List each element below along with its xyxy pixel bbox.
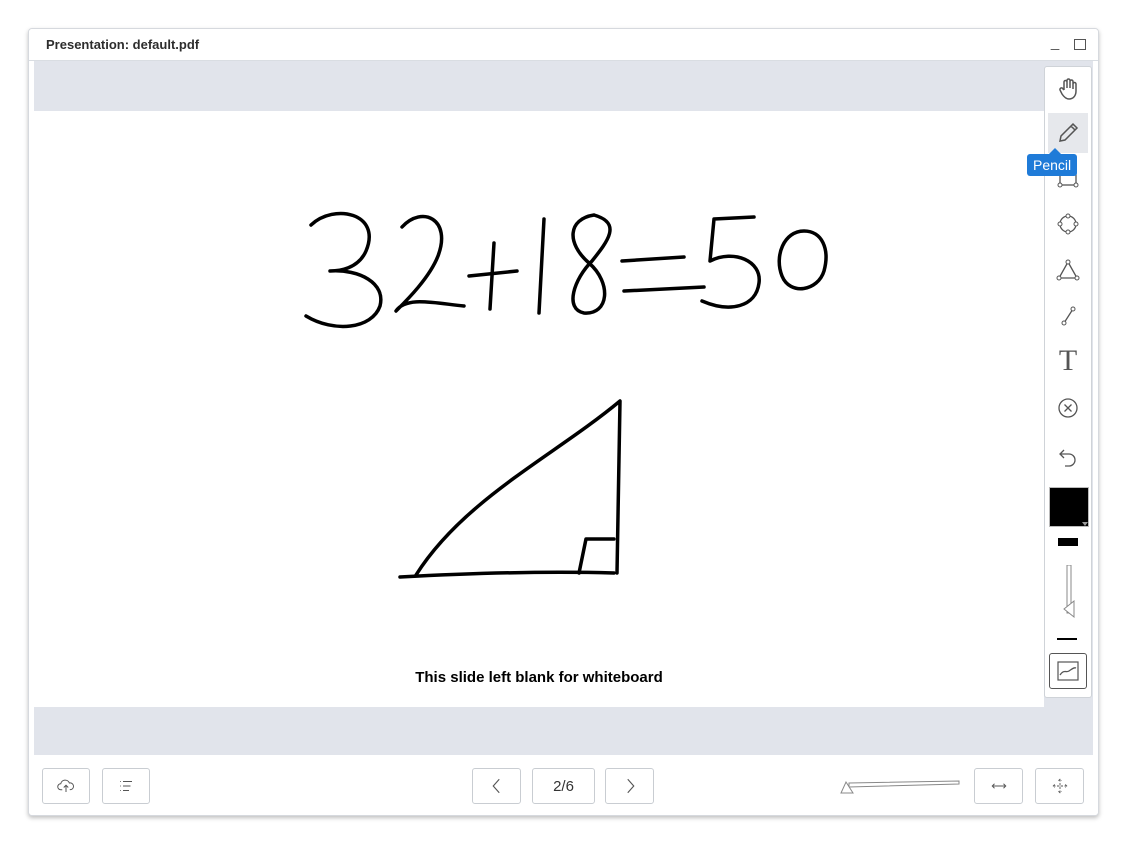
chevron-right-icon bbox=[626, 778, 635, 794]
text-icon: T bbox=[1058, 344, 1078, 377]
undo-tool[interactable] bbox=[1048, 436, 1088, 476]
page-indicator[interactable]: 2/6 bbox=[532, 768, 595, 804]
upload-button[interactable] bbox=[42, 768, 90, 804]
tooltip-arrow bbox=[1049, 148, 1061, 154]
arrows-horizontal-icon bbox=[991, 783, 1006, 789]
pencil-icon bbox=[1059, 122, 1079, 142]
line-icon bbox=[1061, 306, 1076, 326]
triangle-tool[interactable] bbox=[1048, 250, 1088, 290]
clear-icon bbox=[1058, 398, 1078, 418]
chevron-left-icon bbox=[491, 778, 500, 794]
move-arrows-icon bbox=[1052, 778, 1067, 794]
chevron-down-icon bbox=[1082, 522, 1088, 526]
pencil-tool[interactable] bbox=[1048, 113, 1088, 153]
multi-user-button[interactable] bbox=[1049, 653, 1087, 689]
chart-line-icon bbox=[1057, 661, 1079, 681]
slide-area: This slide left blank for whiteboard bbox=[34, 61, 1093, 755]
fit-to-width-button[interactable] bbox=[974, 768, 1023, 804]
slide-list-button[interactable] bbox=[102, 768, 150, 804]
presentation-title: Presentation: default.pdf bbox=[46, 37, 200, 52]
maximize-button[interactable] bbox=[1074, 39, 1086, 50]
triangle-icon bbox=[1056, 259, 1080, 281]
ellipse-icon bbox=[1057, 213, 1079, 235]
thickness-indicator bbox=[1058, 538, 1078, 546]
cloud-upload-icon bbox=[57, 779, 74, 792]
ellipse-tool[interactable] bbox=[1048, 204, 1088, 244]
next-slide-button[interactable] bbox=[605, 768, 654, 804]
line-tool[interactable] bbox=[1048, 296, 1088, 336]
list-icon bbox=[120, 781, 132, 791]
presentation-controls: 2/6 bbox=[29, 756, 1098, 815]
fullscreen-button[interactable] bbox=[1035, 768, 1084, 804]
slide-caption: This slide left blank for whiteboard bbox=[415, 669, 663, 686]
thickness-min-marker bbox=[1057, 638, 1077, 640]
title-bar: Presentation: default.pdf _ bbox=[29, 29, 1098, 61]
presentation-window: Presentation: default.pdf _ This slide l… bbox=[28, 28, 1099, 816]
whiteboard-slide[interactable]: This slide left blank for whiteboard bbox=[34, 111, 1044, 707]
minimize-button[interactable]: _ bbox=[1048, 31, 1062, 55]
hand-tool[interactable] bbox=[1048, 69, 1088, 109]
tool-tooltip: Pencil bbox=[1027, 148, 1078, 176]
previous-slide-button[interactable] bbox=[472, 768, 521, 804]
tooltip-label: Pencil bbox=[1033, 157, 1072, 173]
undo-icon bbox=[1059, 449, 1076, 467]
whiteboard-drawing bbox=[304, 211, 828, 579]
text-tool[interactable]: T bbox=[1048, 341, 1088, 381]
hand-icon bbox=[1059, 78, 1077, 100]
color-picker[interactable] bbox=[1049, 487, 1089, 527]
zoom-slider[interactable] bbox=[837, 775, 961, 795]
clear-tool[interactable] bbox=[1048, 388, 1088, 428]
thickness-slider[interactable] bbox=[1062, 565, 1076, 625]
